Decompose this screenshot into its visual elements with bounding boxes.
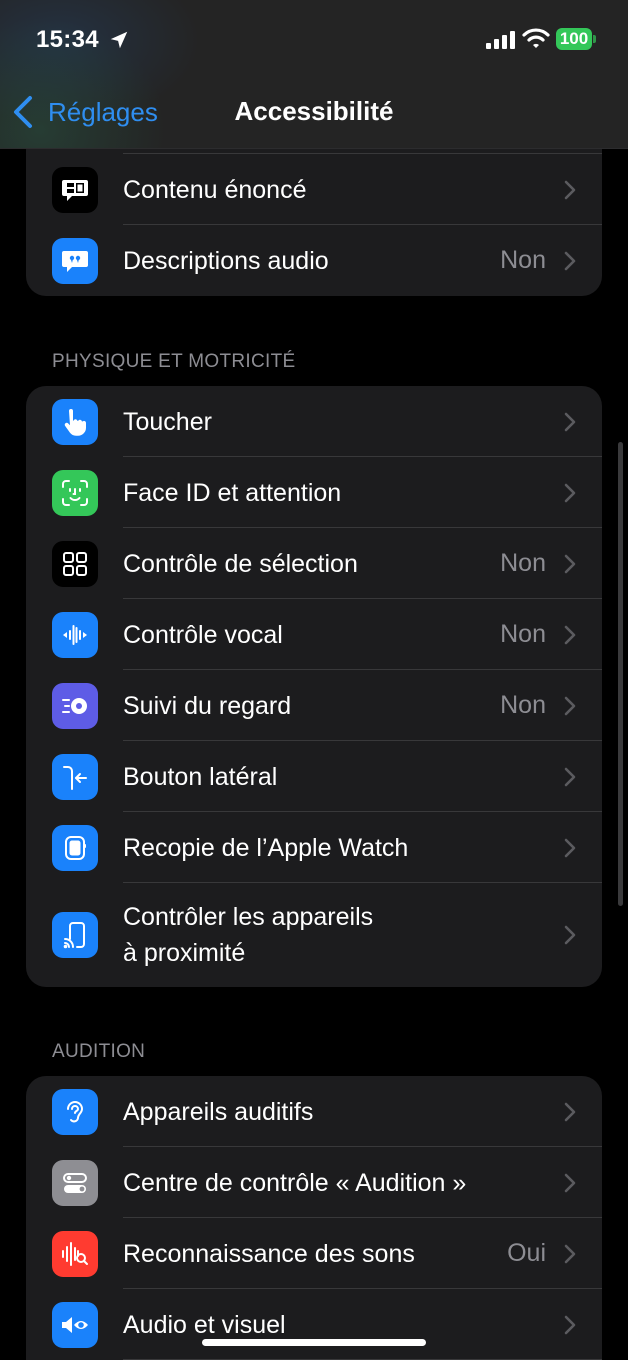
list-item-face-id[interactable]: Face ID et attention bbox=[26, 457, 602, 528]
item-label: Bouton latéral bbox=[123, 762, 278, 791]
list-item-controler-appareils[interactable]: Contrôler les appareils à proximité bbox=[26, 883, 602, 987]
page-title-text: Accessibilité bbox=[234, 96, 394, 126]
chevron-right-icon bbox=[564, 1244, 576, 1263]
item-label: Descriptions audio bbox=[123, 246, 329, 275]
chevron-right-icon bbox=[564, 483, 576, 502]
nearby-devices-icon bbox=[52, 912, 98, 958]
hand-pointing-icon bbox=[52, 398, 98, 445]
chevron-right-icon bbox=[564, 1315, 576, 1334]
item-value: Non bbox=[500, 549, 546, 577]
chevron-right-icon bbox=[564, 1173, 576, 1192]
chevron-right-icon bbox=[564, 412, 576, 431]
section-card-physique: Toucher Face ID et attention Contrôle de… bbox=[26, 386, 602, 987]
eye-tracking-icon bbox=[52, 682, 98, 729]
list-item-descriptions-audio[interactable]: Descriptions audio Non bbox=[26, 225, 602, 296]
item-label-line2: à proximité bbox=[123, 939, 246, 967]
list-item-controle-vocal[interactable]: Contrôle vocal Non bbox=[26, 599, 602, 670]
chevron-right-icon bbox=[564, 1102, 576, 1121]
item-label: Contrôle de sélection bbox=[123, 549, 358, 578]
quote-bubble-icon bbox=[52, 237, 98, 284]
section-header-physique: PHYSIQUE ET MOTRICITÉ bbox=[52, 351, 296, 372]
navigation-bar: 15:34 100 Réglages Accessibilité bbox=[0, 0, 628, 149]
chevron-right-icon bbox=[564, 696, 576, 715]
chevron-right-icon bbox=[564, 180, 576, 199]
page-title: Accessibilité bbox=[0, 96, 628, 127]
item-label: Face ID et attention bbox=[123, 478, 342, 507]
item-label: Centre de contrôle « Audition » bbox=[123, 1168, 467, 1197]
speech-bubble-icon bbox=[52, 166, 98, 213]
chevron-right-icon bbox=[564, 554, 576, 573]
item-label-line1: Contrôler les appareils bbox=[123, 903, 374, 931]
toggles-icon bbox=[52, 1159, 98, 1206]
list-item-audio-visuel[interactable]: Audio et visuel bbox=[26, 1289, 602, 1360]
item-label: Audio et visuel bbox=[123, 1310, 286, 1339]
section-header-audition: AUDITION bbox=[52, 1041, 146, 1062]
item-value: Non bbox=[500, 620, 546, 648]
item-value: Non bbox=[500, 691, 546, 719]
chevron-right-icon bbox=[564, 767, 576, 786]
voice-waveform-icon bbox=[52, 611, 98, 658]
list-item-suivi-regard[interactable]: Suivi du regard Non bbox=[26, 670, 602, 741]
item-label: Suivi du regard bbox=[123, 691, 292, 720]
chevron-right-icon bbox=[564, 625, 576, 644]
location-arrow-icon bbox=[110, 31, 128, 49]
scrollbar[interactable] bbox=[618, 442, 623, 906]
ear-icon bbox=[52, 1088, 98, 1135]
list-item-bouton-lateral[interactable]: Bouton latéral bbox=[26, 741, 602, 812]
item-label: Appareils auditifs bbox=[123, 1097, 314, 1126]
list-item-recopie-apple-watch[interactable]: Recopie de l’Apple Watch bbox=[26, 812, 602, 883]
list-item-reconnaissance-sons[interactable]: Reconnaissance des sons Oui bbox=[26, 1218, 602, 1289]
item-label: Recopie de l’Apple Watch bbox=[123, 833, 409, 862]
home-indicator[interactable] bbox=[202, 1339, 426, 1346]
side-button-icon bbox=[52, 753, 98, 800]
item-label: Contrôle vocal bbox=[123, 620, 283, 649]
face-id-icon bbox=[52, 469, 98, 516]
section-card-audition: Appareils auditifs Centre de contrôle « … bbox=[26, 1076, 602, 1360]
list-item-toucher[interactable]: Toucher bbox=[26, 386, 602, 457]
sound-recognition-icon bbox=[52, 1230, 98, 1277]
cellular-signal-icon bbox=[486, 31, 515, 49]
apple-watch-icon bbox=[52, 824, 98, 871]
list-item-contenu-enonce[interactable]: Contenu énoncé bbox=[26, 154, 602, 225]
speaker-eye-icon bbox=[52, 1301, 98, 1348]
chevron-right-icon bbox=[564, 251, 576, 270]
item-value: Non bbox=[500, 246, 546, 274]
chevron-right-icon bbox=[564, 838, 576, 857]
battery-icon: 100 bbox=[556, 28, 592, 50]
item-label: Contenu énoncé bbox=[123, 175, 307, 204]
item-label: Reconnaissance des sons bbox=[123, 1239, 415, 1268]
list-item-controle-selection[interactable]: Contrôle de sélection Non bbox=[26, 528, 602, 599]
list-item-centre-controle-audition[interactable]: Centre de contrôle « Audition » bbox=[26, 1147, 602, 1218]
wifi-icon bbox=[522, 28, 550, 48]
battery-tip bbox=[593, 35, 596, 43]
grid-squares-icon bbox=[52, 540, 98, 587]
item-value: Oui bbox=[507, 1239, 546, 1267]
chevron-right-icon bbox=[564, 925, 576, 945]
status-time: 15:34 bbox=[36, 26, 99, 53]
list-item-appareils-auditifs[interactable]: Appareils auditifs bbox=[26, 1076, 602, 1147]
item-label: Toucher bbox=[123, 407, 212, 436]
